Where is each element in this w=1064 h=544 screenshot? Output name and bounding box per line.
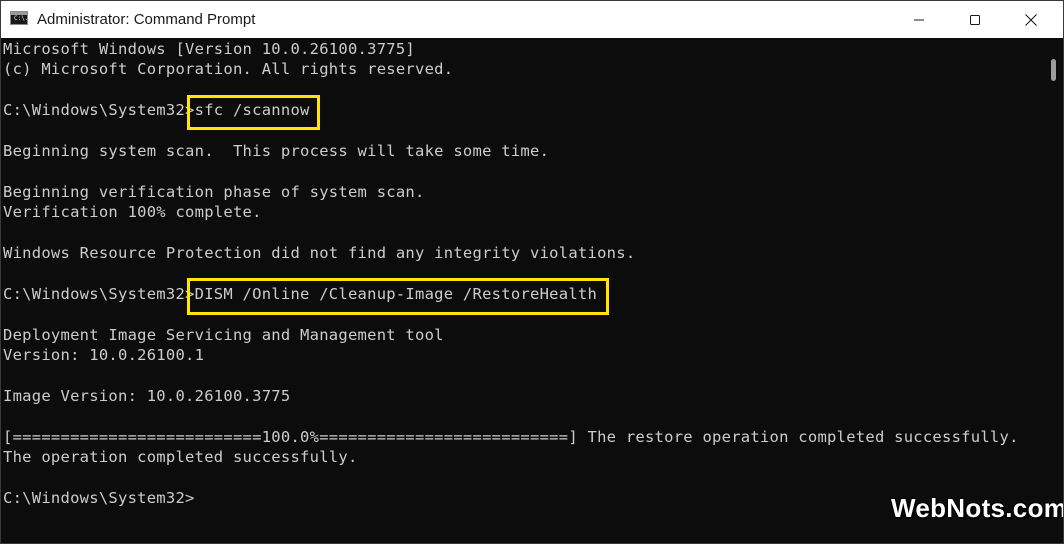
- console-line: Verification 100% complete.: [3, 203, 262, 221]
- command-prompt-line: C:\Windows\System32>: [3, 489, 195, 507]
- minimize-icon: [914, 19, 924, 20]
- command-prompt-window: C:\. Administrator: Command Prompt Micro…: [0, 0, 1064, 544]
- console-line: The operation completed successfully.: [3, 448, 358, 466]
- console-line: Windows Resource Protection did not find…: [3, 244, 636, 262]
- vertical-scrollbar[interactable]: [1043, 38, 1063, 543]
- cmd-icon-glyph: C:\.: [14, 15, 29, 22]
- close-icon: [1025, 13, 1037, 26]
- console-line: Beginning system scan. This process will…: [3, 142, 550, 160]
- console-line: C:\Windows\System32>DISM /Online /Cleanu…: [3, 285, 598, 303]
- watermark-logo: WebNots.com: [891, 493, 1064, 523]
- console-line: Beginning verification phase of system s…: [3, 183, 425, 201]
- console-line: Deployment Image Servicing and Managemen…: [3, 326, 444, 344]
- maximize-button[interactable]: [947, 1, 1003, 38]
- console-line: Microsoft Windows [Version 10.0.26100.37…: [3, 40, 416, 58]
- maximize-icon: [970, 14, 980, 25]
- window-title: Administrator: Command Prompt: [37, 11, 256, 28]
- cmd-icon[interactable]: C:\.: [10, 11, 28, 25]
- console-output[interactable]: Microsoft Windows [Version 10.0.26100.37…: [1, 38, 1043, 543]
- console-line: Version: 10.0.26100.1: [3, 346, 205, 364]
- title-bar[interactable]: C:\. Administrator: Command Prompt: [1, 1, 1063, 38]
- console-line: C:\Windows\System32>sfc /scannow: [3, 101, 310, 119]
- scrollbar-thumb[interactable]: [1051, 59, 1056, 81]
- console-line: [==========================100.0%=======…: [3, 428, 1019, 446]
- console-line: Image Version: 10.0.26100.3775: [3, 387, 291, 405]
- minimize-button[interactable]: [891, 1, 947, 38]
- console-line: (c) Microsoft Corporation. All rights re…: [3, 60, 454, 78]
- close-button[interactable]: [1003, 1, 1059, 38]
